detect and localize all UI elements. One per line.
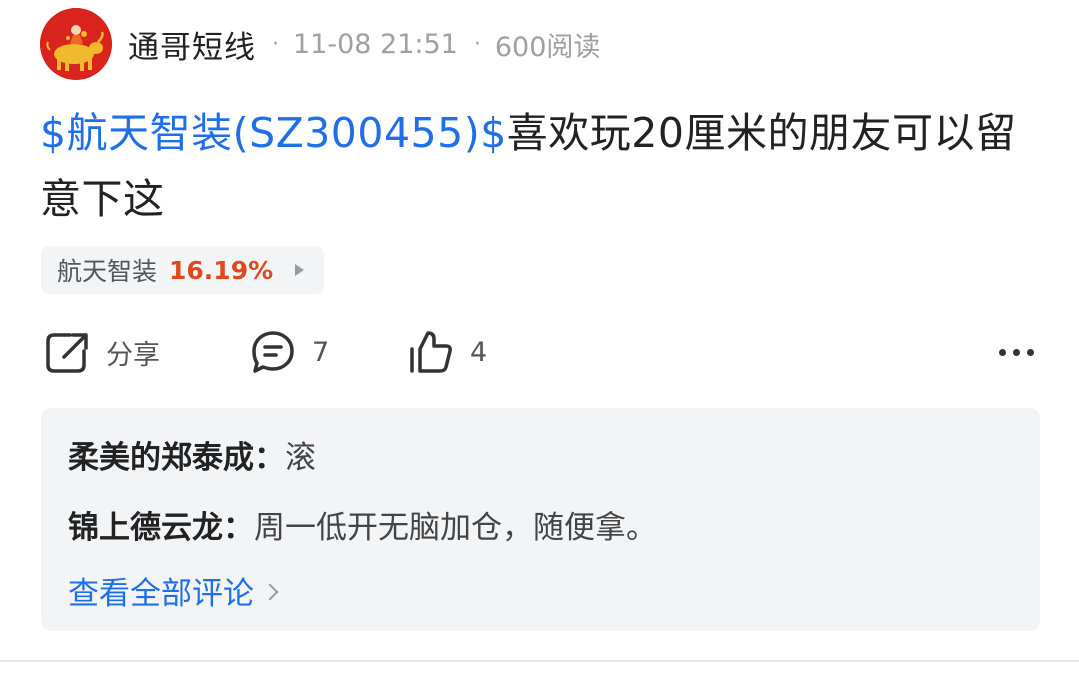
share-label: 分享	[106, 339, 160, 371]
view-all-comments-link[interactable]: 查看全部评论	[68, 568, 279, 613]
comment-count: 7	[312, 336, 330, 368]
author-name[interactable]: 通哥短线	[128, 22, 256, 67]
ox-logo-icon	[40, 8, 112, 80]
like-button[interactable]: 4	[408, 326, 487, 378]
more-dot	[1027, 348, 1034, 356]
avatar[interactable]	[40, 8, 112, 80]
view-all-comments-label: 查看全部评论	[68, 576, 254, 612]
post-content: $航天智装(SZ300455)$喜欢玩20厘米的朋友可以留意下这	[40, 100, 1040, 232]
share-button[interactable]: 分享	[44, 326, 160, 378]
share-icon	[46, 333, 88, 373]
chevron-right-icon	[261, 583, 279, 600]
post-header: 通哥短线 · 11-08 21:51 · 600阅读	[40, 8, 600, 80]
more-dot	[1013, 348, 1020, 356]
comment-author[interactable]: 锦上德云龙：	[68, 510, 254, 546]
post-timestamp: 11-08 21:51	[293, 28, 458, 60]
like-count: 4	[470, 336, 488, 368]
stock-chip-name: 航天智装	[57, 257, 158, 286]
comment-author[interactable]: 柔美的郑泰成：	[68, 440, 285, 476]
more-dot	[999, 348, 1006, 356]
view-count: 600阅读	[494, 31, 601, 63]
comment-icon	[252, 331, 294, 373]
comment-item[interactable]: 柔美的郑泰成：滚	[68, 432, 316, 477]
stock-chip[interactable]: 航天智装 16.19%	[41, 246, 325, 294]
chevron-right-icon	[295, 264, 305, 276]
post-meta: 通哥短线 · 11-08 21:51 · 600阅读	[128, 8, 600, 80]
meta-separator: ·	[272, 31, 279, 57]
comments-preview: 柔美的郑泰成：滚 锦上德云龙：周一低开无脑加仓，随便拿。 查看全部评论	[41, 408, 1040, 631]
comment-button[interactable]: 7	[250, 326, 329, 378]
stock-tag-link[interactable]: $航天智装(SZ300455)$	[40, 109, 507, 157]
meta-separator: ·	[473, 31, 481, 57]
post-card: 通哥短线 · 11-08 21:51 · 600阅读 $航天智装(SZ30045…	[0, 0, 1079, 678]
more-icon[interactable]	[999, 326, 1034, 378]
action-bar: 分享 7 4	[44, 326, 1040, 378]
comment-text: 滚	[285, 440, 316, 476]
thumbs-up-icon	[410, 331, 452, 373]
comment-item[interactable]: 锦上德云龙：周一低开无脑加仓，随便拿。	[68, 502, 657, 547]
stock-chip-change: 16.19%	[169, 255, 274, 285]
post-divider	[0, 660, 1079, 662]
comment-text: 周一低开无脑加仓，随便拿。	[254, 510, 657, 546]
